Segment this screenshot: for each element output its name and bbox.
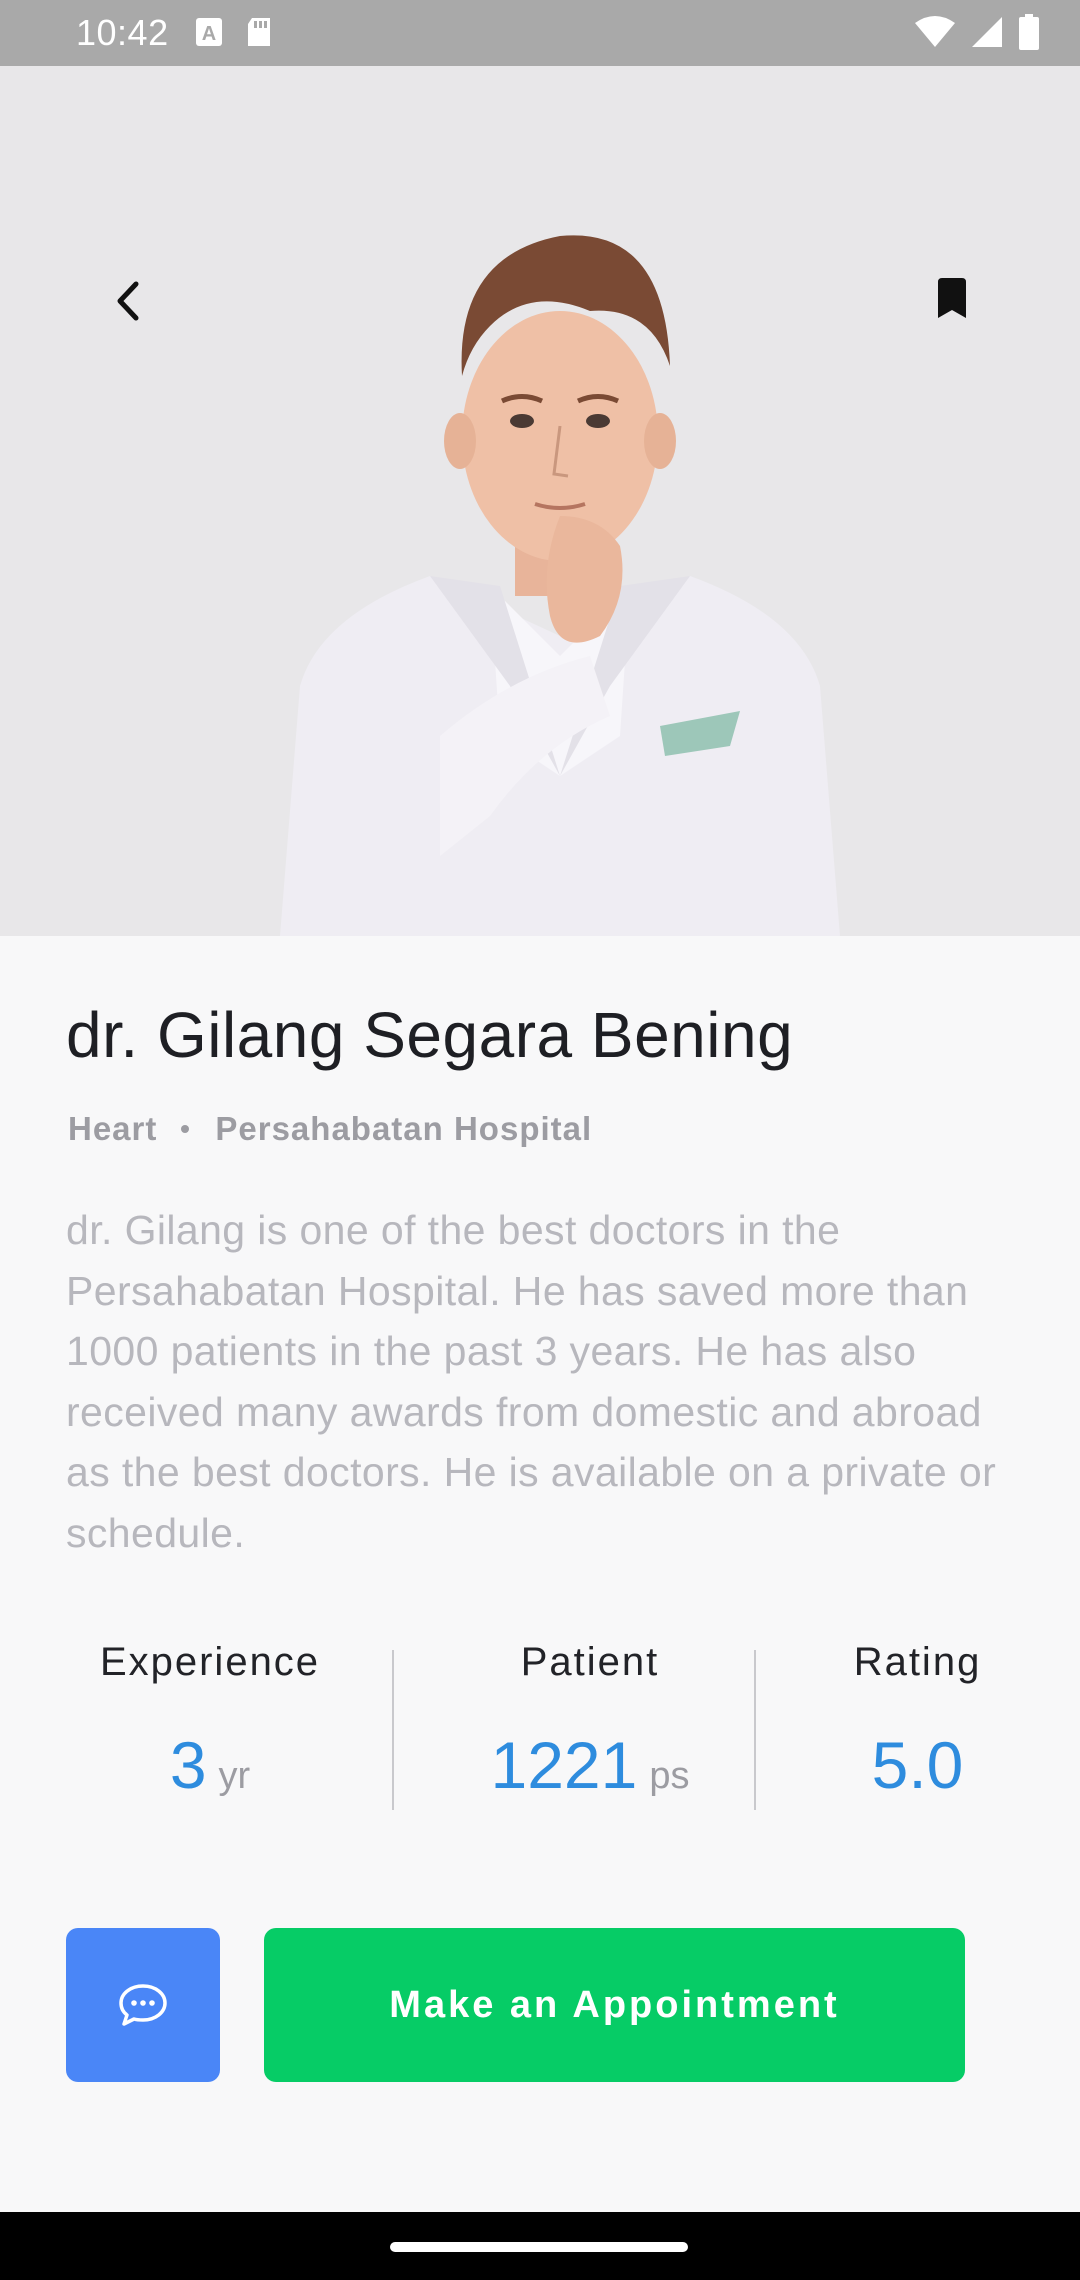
- doctor-meta: Heart Persahabatan Hospital: [68, 1110, 592, 1148]
- stat-patient-label: Patient: [520, 1640, 660, 1684]
- stat-experience-unit: yr: [218, 1755, 251, 1797]
- chat-button[interactable]: [66, 1928, 220, 2082]
- status-time: 10:42: [76, 12, 169, 53]
- stat-divider: [392, 1650, 394, 1810]
- doctor-name: dr. Gilang Segara Bening: [66, 999, 794, 1071]
- status-left-icons: A: [194, 16, 274, 48]
- doctor-stats: Experience 3 yr Patient 1221 ps Rating 5.0: [0, 1640, 1080, 1820]
- stat-experience-value: 3: [169, 1728, 207, 1802]
- stat-rating: Rating 5.0: [800, 1640, 1035, 1803]
- make-appointment-button[interactable]: Make an Appointment: [264, 1928, 965, 2082]
- stat-patient-value-row: 1221 ps: [440, 1727, 740, 1803]
- bookmark-icon: [938, 278, 966, 318]
- svg-text:A: A: [202, 23, 216, 45]
- wifi-icon: [915, 16, 955, 47]
- doctor-specialty: Heart: [68, 1110, 158, 1147]
- stat-rating-value: 5.0: [871, 1728, 964, 1802]
- stat-experience-value-row: 3 yr: [60, 1727, 360, 1803]
- doctor-hero: [0, 66, 1080, 936]
- home-indicator[interactable]: [390, 2242, 688, 2252]
- system-nav-bar: [0, 2212, 1080, 2280]
- bookmark-button[interactable]: [930, 266, 974, 336]
- font-download-icon: A: [196, 18, 222, 46]
- doctor-detail-screen: 10:42 A dr. Gilang Segara Bening Heart P…: [0, 0, 1080, 2280]
- chevron-left-icon: [117, 281, 139, 321]
- status-right-icons: [914, 14, 1040, 50]
- stat-patient: Patient 1221 ps: [440, 1640, 740, 1803]
- sd-card-icon: [248, 18, 270, 46]
- battery-icon: [1019, 14, 1039, 50]
- doctor-photo: [280, 235, 840, 936]
- stat-rating-label: Rating: [853, 1640, 982, 1684]
- status-bar: 10:42 A: [0, 0, 1080, 66]
- stat-experience-label: Experience: [99, 1640, 321, 1684]
- doctor-hospital: Persahabatan Hospital: [215, 1110, 593, 1147]
- stat-rating-value-row: 5.0: [800, 1727, 1035, 1803]
- stat-experience: Experience 3 yr: [60, 1640, 360, 1803]
- stat-patient-unit: ps: [649, 1755, 690, 1797]
- separator-dot: [181, 1125, 190, 1133]
- back-button[interactable]: [100, 266, 160, 336]
- doctor-bio: dr. Gilang is one of the best doctors in…: [66, 1207, 997, 1556]
- chat-bubble-icon: [119, 1984, 167, 2026]
- signal-icon: [972, 17, 1002, 47]
- stat-divider: [754, 1650, 756, 1810]
- stat-patient-value: 1221: [490, 1728, 638, 1802]
